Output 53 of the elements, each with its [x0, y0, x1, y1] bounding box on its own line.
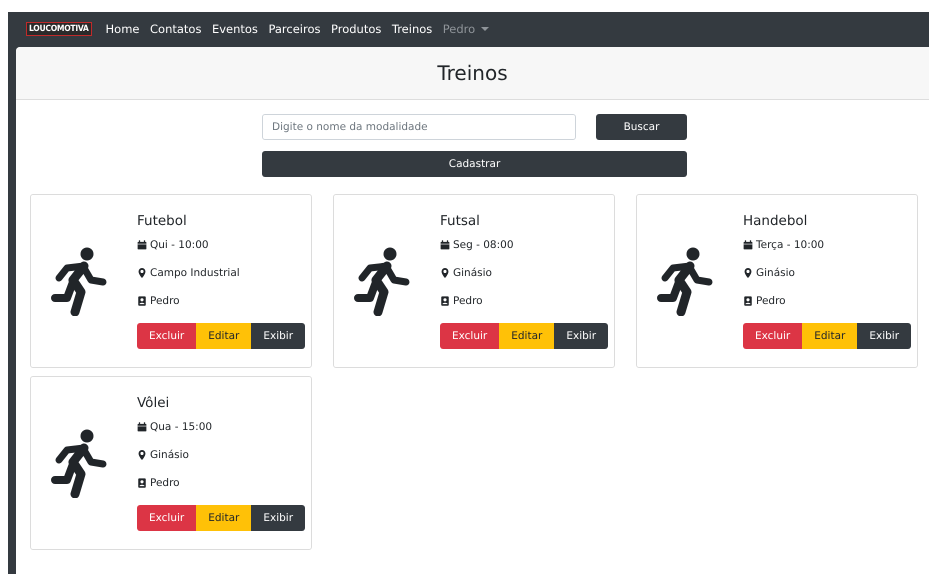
- edit-button[interactable]: Editar: [499, 323, 554, 349]
- register-button[interactable]: Cadastrar: [262, 151, 687, 177]
- user-menu[interactable]: Pedro: [442, 22, 490, 36]
- calendar-icon: [137, 422, 147, 432]
- view-button[interactable]: Exibir: [251, 323, 306, 349]
- nav-link[interactable]: Home: [106, 22, 140, 36]
- schedule-text: Terça - 10:00: [756, 239, 824, 251]
- calendar-icon: [743, 240, 753, 250]
- card-title: Handebol: [743, 213, 808, 229]
- view-button[interactable]: Exibir: [251, 505, 306, 531]
- edit-button[interactable]: Editar: [802, 323, 858, 349]
- schedule-text: Seg - 08:00: [453, 239, 514, 251]
- contact-card-icon: [137, 478, 147, 488]
- delete-button[interactable]: Excluir: [440, 323, 500, 349]
- calendar-icon: [137, 240, 147, 250]
- coach-name: Pedro: [453, 295, 483, 307]
- nav-link[interactable]: Contatos: [150, 22, 202, 36]
- coach-name: Pedro: [150, 477, 180, 489]
- location-text: Ginásio: [150, 449, 189, 461]
- edit-button[interactable]: Editar: [196, 505, 252, 531]
- view-button[interactable]: Exibir: [857, 323, 912, 349]
- card-title: Futebol: [137, 213, 188, 229]
- caret-icon: [481, 26, 490, 30]
- card-title: Vôlei: [137, 395, 170, 411]
- nav-link[interactable]: Eventos: [212, 22, 258, 36]
- nav-link[interactable]: Produtos: [330, 22, 382, 36]
- edit-button[interactable]: Editar: [196, 323, 252, 349]
- schedule-text: Qua - 15:00: [150, 421, 212, 433]
- map-pin-icon: [743, 268, 753, 278]
- page-title: Treinos: [437, 61, 508, 85]
- coach-name: Pedro: [756, 295, 786, 307]
- nav-link[interactable]: Parceiros: [268, 22, 320, 36]
- delete-button[interactable]: Excluir: [137, 323, 196, 349]
- delete-button[interactable]: Excluir: [137, 505, 196, 531]
- location-text: Ginásio: [756, 267, 795, 279]
- contact-card-icon: [743, 296, 753, 306]
- view-button[interactable]: Exibir: [554, 323, 608, 349]
- location-text: Ginásio: [453, 267, 492, 279]
- logo[interactable]: LOUCOMOTIVA: [26, 22, 92, 36]
- map-pin-icon: [137, 268, 147, 278]
- card-title: Futsal: [440, 213, 481, 229]
- coach-name: Pedro: [150, 295, 180, 307]
- contact-card-icon: [440, 296, 450, 306]
- search-button[interactable]: Buscar: [596, 114, 687, 140]
- nav-link[interactable]: Treinos: [392, 22, 432, 36]
- location-text: Campo Industrial: [150, 267, 240, 279]
- map-pin-icon: [440, 268, 450, 278]
- calendar-icon: [440, 240, 450, 250]
- contact-card-icon: [137, 296, 147, 306]
- schedule-text: Qui - 10:00: [150, 239, 209, 251]
- search-field[interactable]: Digite o nome da modalidade: [262, 114, 576, 140]
- map-pin-icon: [137, 450, 147, 460]
- delete-button[interactable]: Excluir: [743, 323, 802, 349]
